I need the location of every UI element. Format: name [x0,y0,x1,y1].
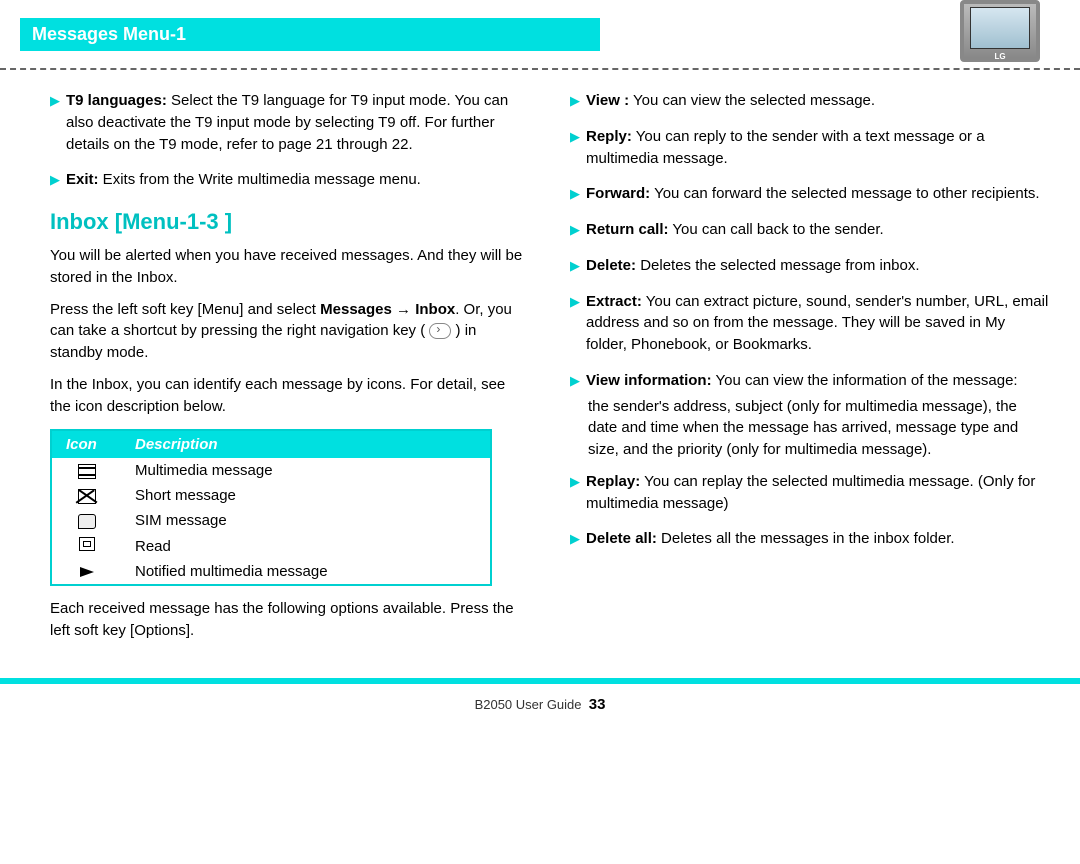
list-item: ▶Replay: You can replay the selected mul… [570,471,1050,515]
table-cell: Multimedia message [121,458,491,483]
table-cell: Short message [121,483,491,508]
table-cell: Notified multimedia message [121,559,491,585]
list-item: ▶Extract: You can extract picture, sound… [570,291,1050,356]
item-text: Exits from the Write multimedia message … [99,171,421,188]
item-label: T9 languages: [66,92,167,109]
phone-brand-label: LG [964,52,1036,61]
section-title-inbox: Inbox [Menu-1-3 ] [50,209,530,235]
triangle-icon: ▶ [570,257,580,277]
table-row: Multimedia message [51,458,491,483]
list-item: ▶Return call: You can call back to the s… [570,219,1050,241]
table-row: Notified multimedia message [51,559,491,585]
table-header-icon: Icon [51,430,121,458]
read-message-icon [79,537,95,551]
table-row: SIM message [51,508,491,533]
paragraph: Press the left soft key [Menu] and selec… [50,299,530,364]
triangle-icon: ▶ [570,530,580,550]
header-title-tab: Messages Menu-1 [20,18,600,51]
header-band: Messages Menu-1 LG [0,0,1080,70]
table-header-desc: Description [121,430,491,458]
triangle-icon: ▶ [570,128,580,170]
list-item: ▶ T9 languages: Select the T9 language f… [50,90,530,155]
content-columns: ▶ T9 languages: Select the T9 language f… [0,70,1080,662]
triangle-icon: ▶ [50,92,60,155]
footer-page-number: 33 [589,696,606,713]
table-cell: SIM message [121,508,491,533]
footer-text: B2050 User Guide 33 [0,696,1080,713]
list-item: ▶Delete: Deletes the selected message fr… [570,255,1050,277]
table-row: Short message [51,483,491,508]
triangle-icon: ▶ [570,185,580,205]
multimedia-message-icon [78,464,96,479]
list-item: ▶ Exit: Exits from the Write multimedia … [50,169,530,191]
short-message-icon [78,489,96,504]
paragraph: the sender's address, subject (only for … [588,396,1050,461]
right-column: ▶View : You can view the selected messag… [570,90,1050,652]
dashed-divider [0,68,1080,70]
sim-message-icon [78,514,96,529]
triangle-icon: ▶ [570,473,580,515]
list-item: ▶Delete all: Deletes all the messages in… [570,528,1050,550]
icon-description-table: Icon Description Multimedia message Shor… [50,429,492,586]
phone-thumbnail: LG [960,0,1040,62]
list-item: ▶View information: You can view the info… [570,370,1050,392]
list-item: ▶Reply: You can reply to the sender with… [570,126,1050,170]
item-label: Exit: [66,171,99,188]
list-item: ▶Forward: You can forward the selected m… [570,183,1050,205]
triangle-icon: ▶ [570,372,580,392]
footer: B2050 User Guide 33 [0,678,1080,728]
left-column: ▶ T9 languages: Select the T9 language f… [50,90,530,652]
table-cell: Read [121,533,491,559]
paragraph: Each received message has the following … [50,598,530,642]
list-item: ▶View : You can view the selected messag… [570,90,1050,112]
footer-cyan-bar [0,678,1080,684]
notified-flag-icon [80,567,94,577]
triangle-icon: ▶ [570,221,580,241]
triangle-icon: ▶ [570,92,580,112]
paragraph: In the Inbox, you can identify each mess… [50,374,530,418]
triangle-icon: ▶ [50,171,60,191]
paragraph: You will be alerted when you have receiv… [50,245,530,289]
table-row: Read [51,533,491,559]
nav-key-icon [429,323,451,339]
footer-guide-label: B2050 User Guide [475,697,582,712]
triangle-icon: ▶ [570,293,580,356]
